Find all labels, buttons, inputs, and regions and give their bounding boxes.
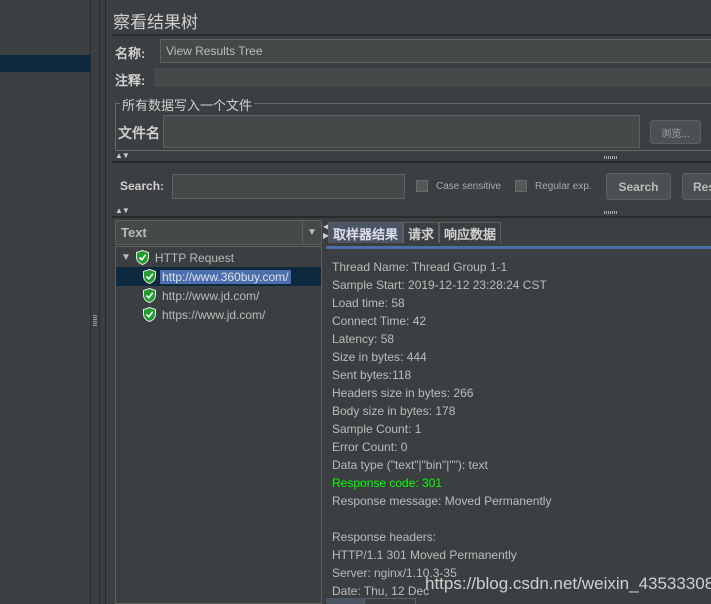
case-sensitive-checkbox[interactable]: [416, 180, 428, 192]
result-line: Response code: 301: [332, 476, 443, 490]
result-tabs: 取样器结果 请求 响应数据: [328, 222, 502, 243]
result-line: Error Count: 0: [332, 440, 408, 454]
divider: [112, 216, 711, 218]
search-label: Search:: [120, 179, 165, 193]
tab-sampler-result[interactable]: 取样器结果: [328, 222, 404, 243]
result-line: Response headers:: [332, 530, 437, 544]
name-label: 名称:: [115, 46, 146, 61]
test-plan-selected-node[interactable]: [0, 55, 90, 72]
tree-node-label: http://www.360buy.com/: [160, 269, 291, 284]
tree-node-sample[interactable]: http://www.jd.com/: [116, 286, 321, 305]
expand-triangle-icon[interactable]: ▼: [121, 252, 131, 263]
chevron-down-icon[interactable]: ▼: [302, 221, 321, 244]
file-group-title: 所有数据写入一个文件: [120, 95, 255, 114]
search-input[interactable]: [172, 174, 405, 199]
bottom-tab[interactable]: [364, 598, 416, 604]
results-tree: ▼ HTTP Request http://www.360buy.com/htt…: [115, 246, 322, 604]
success-shield-icon: [135, 250, 149, 265]
divider: [112, 161, 711, 163]
sampler-result-panel: Thread Name: Thread Group 1-1 Sample Star…: [326, 246, 711, 604]
success-shield-icon: [143, 288, 156, 303]
bottom-tab-active[interactable]: [326, 598, 364, 604]
reset-button[interactable]: Res: [682, 173, 711, 200]
collapse-expand-arrows-icon[interactable]: ▲▼: [115, 151, 130, 160]
comment-label: 注释:: [115, 73, 146, 88]
result-line: Thread Name: Thread Group 1-1: [332, 260, 508, 274]
result-line: Data type ("text"|"bin"|""): text: [332, 458, 488, 472]
success-shield-icon: [143, 307, 156, 322]
tab-request[interactable]: 请求: [403, 222, 440, 243]
browse-button[interactable]: 浏览...: [650, 120, 701, 144]
tree-node-sample[interactable]: http://www.360buy.com/: [116, 267, 321, 286]
regex-label: Regular exp.: [535, 181, 592, 192]
divider-grip-icon[interactable]: [93, 315, 97, 327]
renderer-select[interactable]: Text ▼: [115, 220, 322, 245]
renderer-select-value: Text: [121, 225, 147, 240]
result-line: Sample Count: 1: [332, 422, 422, 436]
tree-node-sample[interactable]: https://www.jd.com/: [116, 305, 321, 324]
filename-label: 文件名: [118, 125, 160, 141]
collapse-expand-arrows-icon[interactable]: ▲▼: [115, 206, 130, 215]
split-grip-icon[interactable]: [604, 156, 618, 159]
tree-node-label: http://www.jd.com/: [162, 288, 260, 303]
regex-checkbox[interactable]: [515, 180, 527, 192]
split-pane-divider[interactable]: [90, 0, 100, 604]
case-sensitive-label: Case sensitive: [436, 181, 502, 192]
result-line: Body size in bytes: 178: [332, 404, 456, 418]
tree-node-label: https://www.jd.com/: [162, 307, 266, 322]
result-line: HTTP/1.1 301 Moved Permanently: [332, 548, 517, 562]
result-line: Sent bytes:118: [332, 368, 412, 382]
result-line: Headers size in bytes: 266: [332, 386, 474, 400]
divider: [112, 34, 711, 36]
filename-field[interactable]: [163, 115, 640, 148]
left-test-plan-panel: [0, 0, 90, 604]
result-line: Latency: 58: [332, 332, 395, 346]
page-title: 察看结果树: [113, 13, 198, 32]
success-shield-icon: [143, 269, 156, 284]
result-line: Sample Start: 2019-12-12 23:28:24 CST: [332, 278, 547, 292]
result-line: Connect Time: 42: [332, 314, 427, 328]
result-line: Size in bytes: 444: [332, 350, 427, 364]
result-line: Response message: Moved Permanently: [332, 494, 552, 508]
comment-field[interactable]: [154, 68, 711, 87]
tree-node-label: HTTP Request: [154, 250, 235, 265]
result-line: Load time: 58: [332, 296, 405, 310]
watermark: https://blog.csdn.net/weixin_43533308: [425, 574, 711, 593]
tree-node-root[interactable]: ▼ HTTP Request: [116, 248, 321, 267]
search-button[interactable]: Search: [606, 173, 671, 200]
split-grip-icon[interactable]: [604, 211, 618, 214]
name-field[interactable]: View Results Tree: [160, 39, 711, 63]
tab-response-data[interactable]: 响应数据: [439, 222, 502, 243]
